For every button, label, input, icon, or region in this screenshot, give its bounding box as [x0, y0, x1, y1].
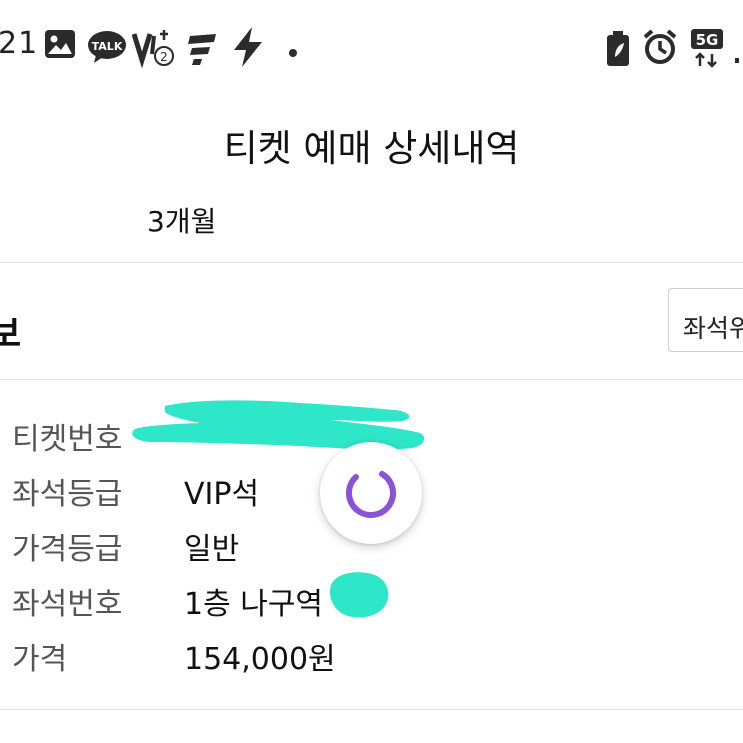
spinner-icon — [346, 468, 396, 518]
loading-spinner — [320, 442, 422, 544]
divider — [0, 709, 743, 710]
redaction-overlay — [132, 400, 425, 618]
redaction-mark — [329, 572, 389, 618]
